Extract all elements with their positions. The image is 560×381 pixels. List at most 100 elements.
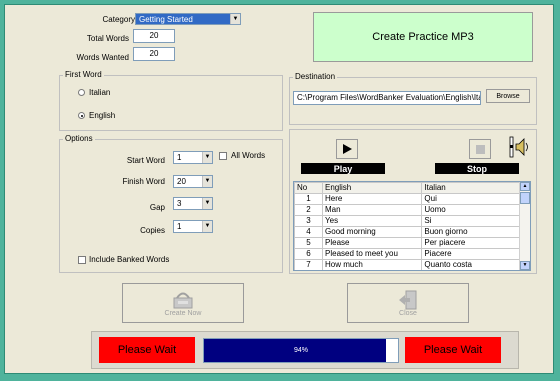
row-english: Yes <box>322 215 423 227</box>
stop-icon-button[interactable] <box>469 139 491 159</box>
scroll-thumb[interactable] <box>520 192 530 204</box>
first-word-legend: First Word <box>63 70 104 79</box>
start-word-value: 1 <box>177 153 182 162</box>
copies-select[interactable]: 1 ▼ <box>173 220 213 233</box>
options-legend: Options <box>63 134 95 143</box>
start-word-select[interactable]: 1 ▼ <box>173 151 213 164</box>
word-table: No English Italian 1 Here Qui 2 Man Uomo 3 Ye… <box>294 182 520 270</box>
stop-label: Stop <box>467 163 487 174</box>
chevron-down-icon[interactable]: ▼ <box>230 14 240 24</box>
row-italian: Piacere <box>421 248 520 260</box>
chevron-down-icon[interactable]: ▼ <box>202 198 212 209</box>
please-wait-left: Please Wait <box>99 337 195 363</box>
all-words-checkbox[interactable] <box>219 152 227 160</box>
category-select[interactable]: Getting Started ▼ <box>135 13 241 25</box>
gap-value: 3 <box>177 199 182 208</box>
category-value: Getting Started <box>139 15 193 24</box>
include-banked-checkbox[interactable] <box>78 256 86 264</box>
word-list[interactable]: No English Italian 1 Here Qui 2 Man Uomo 3 Ye… <box>293 181 531 271</box>
gap-label: Gap <box>149 203 165 212</box>
words-wanted-field[interactable]: 20 <box>133 47 175 61</box>
stop-icon <box>475 144 485 154</box>
finish-word-select[interactable]: 20 ▼ <box>173 175 213 188</box>
create-now-button[interactable]: Create Now <box>122 283 244 323</box>
row-number: 6 <box>294 248 324 260</box>
row-italian: Qui <box>421 193 520 205</box>
create-practice-mp3-button[interactable]: Create Practice MP3 <box>313 12 533 62</box>
chevron-down-icon[interactable]: ▼ <box>202 176 212 187</box>
table-row[interactable]: 1 Here Qui <box>294 193 520 205</box>
create-now-icon <box>173 292 193 308</box>
please-wait-right-text: Please Wait <box>423 344 483 356</box>
finish-word-value: 20 <box>177 177 186 186</box>
row-english: Good morning <box>322 226 423 238</box>
english-label: English <box>89 111 116 120</box>
row-italian: Buon giorno <box>421 226 520 238</box>
destination-path-field[interactable]: C:\Program Files\WordBanker Evaluation\E… <box>293 91 481 105</box>
table-row[interactable]: 4 Good morning Buon giorno <box>294 226 520 238</box>
please-wait-right: Please Wait <box>405 337 501 363</box>
gap-select[interactable]: 3 ▼ <box>173 197 213 210</box>
copies-label: Copies <box>140 226 165 235</box>
include-banked-label: Include Banked Words <box>89 255 170 264</box>
play-button[interactable]: Play <box>301 163 385 174</box>
progress-text: 94% <box>293 347 308 354</box>
words-wanted-label: Words Wanted <box>76 53 129 62</box>
row-number: 3 <box>294 215 324 227</box>
row-italian: Quanto costa <box>421 259 520 270</box>
close-label: Close <box>399 309 417 317</box>
scroll-up-icon[interactable]: ▲ <box>520 182 530 191</box>
column-header-no[interactable]: No <box>294 182 324 194</box>
destination-legend: Destination <box>293 72 338 81</box>
copies-value: 1 <box>177 222 182 231</box>
create-now-label: Create Now <box>164 309 202 317</box>
chevron-down-icon[interactable]: ▼ <box>202 152 212 163</box>
progress-bar: 94% <box>203 338 399 363</box>
row-number: 4 <box>294 226 324 238</box>
table-row[interactable]: 3 Yes Si <box>294 215 520 227</box>
category-label: Category <box>102 15 135 24</box>
italian-radio[interactable] <box>78 89 85 96</box>
please-wait-left-text: Please Wait <box>117 344 177 356</box>
play-icon-button[interactable] <box>336 139 358 159</box>
create-practice-mp3-label: Create Practice MP3 <box>372 31 474 43</box>
play-label: Play <box>333 163 353 174</box>
total-words-label: Total Words <box>86 34 129 43</box>
row-italian: Per piacere <box>421 237 520 249</box>
speaker-volume-icon[interactable] <box>508 135 530 159</box>
row-english: Please <box>322 237 423 249</box>
row-number: 5 <box>294 237 324 249</box>
close-button[interactable]: Close <box>347 283 469 323</box>
italian-label: Italian <box>89 88 111 97</box>
row-number: 7 <box>294 259 324 270</box>
total-words-field[interactable]: 20 <box>133 29 175 43</box>
scrollbar[interactable]: ▲ ▼ <box>519 182 530 270</box>
all-words-label: All Words <box>231 151 266 160</box>
english-radio[interactable] <box>78 112 85 119</box>
exit-door-icon <box>399 290 417 309</box>
first-word-group <box>59 75 283 131</box>
row-english: How much <box>322 259 423 270</box>
play-icon <box>343 144 352 154</box>
main-window: Category Getting Started ▼ Total Words 2… <box>4 4 554 374</box>
finish-word-label: Finish Word <box>122 177 165 186</box>
column-header-english[interactable]: English <box>322 182 423 194</box>
row-english: Pleased to meet you <box>322 248 423 260</box>
start-word-label: Start Word <box>126 156 165 165</box>
row-italian: Si <box>421 215 520 227</box>
stop-button[interactable]: Stop <box>435 163 519 174</box>
browse-label: Browse <box>496 92 520 100</box>
table-header-row: No English Italian <box>294 182 520 194</box>
column-header-italian[interactable]: Italian <box>421 182 520 194</box>
row-english: Man <box>322 204 423 216</box>
table-row[interactable]: 7 How much Quanto costa <box>294 259 520 270</box>
scroll-down-icon[interactable]: ▼ <box>520 261 530 270</box>
row-number: 2 <box>294 204 324 216</box>
table-row[interactable]: 6 Pleased to meet you Piacere <box>294 248 520 260</box>
chevron-down-icon[interactable]: ▼ <box>202 221 212 232</box>
browse-button[interactable]: Browse <box>486 89 530 103</box>
table-row[interactable]: 5 Please Per piacere <box>294 237 520 249</box>
table-row[interactable]: 2 Man Uomo <box>294 204 520 216</box>
row-italian: Uomo <box>421 204 520 216</box>
row-english: Here <box>322 193 423 205</box>
